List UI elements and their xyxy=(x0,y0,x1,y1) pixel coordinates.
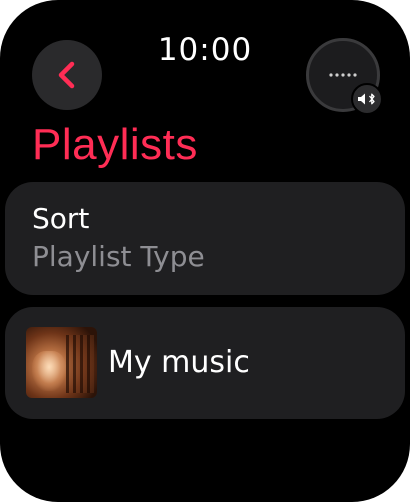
sort-label: Sort xyxy=(32,202,90,235)
artwork-detail xyxy=(66,335,94,393)
speaker-bluetooth-icon xyxy=(358,93,375,105)
playlist-name: My music xyxy=(108,345,250,380)
album-artwork-image xyxy=(26,327,97,398)
page-title: Playlists xyxy=(32,120,198,169)
audio-output-badge xyxy=(351,83,383,115)
artwork-highlight xyxy=(32,351,66,391)
playlist-item-my-music[interactable]: My music xyxy=(5,307,405,419)
sort-option[interactable]: Sort Playlist Type xyxy=(5,182,405,295)
watch-screen: 10:00 Playlists Sort Playlist Type My mu… xyxy=(0,0,410,502)
ellipsis-icon xyxy=(329,73,357,77)
sort-value: Playlist Type xyxy=(32,240,205,273)
